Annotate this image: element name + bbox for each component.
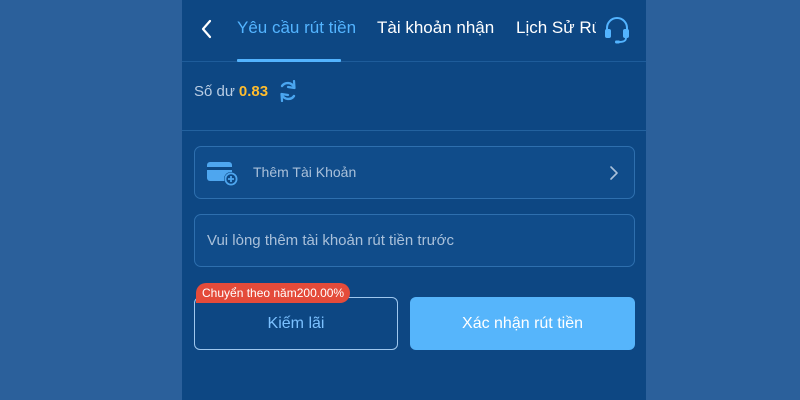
top-nav: Yêu cầu rút tiền Tài khoản nhận Lịch Sử … — [182, 0, 646, 62]
interest-rate-badge: Chuyển theo năm200.00% — [196, 283, 351, 303]
active-tab-indicator — [237, 59, 341, 62]
card-add-icon — [207, 162, 238, 186]
back-button[interactable] — [194, 17, 218, 41]
refresh-icon — [280, 80, 296, 102]
add-account-row[interactable]: Thêm Tài Khoản — [194, 146, 635, 199]
tab-withdraw-history[interactable]: Lịch Sử Rút — [516, 0, 596, 62]
support-button[interactable] — [602, 14, 632, 44]
balance-label: Số dư — [194, 82, 235, 100]
withdraw-account-input[interactable] — [194, 214, 635, 267]
headset-icon — [605, 17, 629, 44]
section-divider — [182, 130, 646, 131]
earn-interest-button[interactable]: Kiếm lãi — [194, 297, 398, 350]
add-account-label: Thêm Tài Khoản — [253, 164, 357, 180]
withdraw-screen: Yêu cầu rút tiền Tài khoản nhận Lịch Sử … — [182, 0, 646, 400]
tab-receiving-account-label: Tài khoản nhận — [377, 18, 495, 37]
tab-withdraw-history-label: Lịch Sử Rút — [516, 18, 596, 37]
chevron-right-icon — [610, 166, 618, 180]
chevron-left-icon — [201, 19, 212, 39]
tab-receiving-account[interactable]: Tài khoản nhận — [377, 0, 494, 62]
confirm-withdraw-button[interactable]: Xác nhận rút tiền — [410, 297, 635, 350]
refresh-balance-button[interactable] — [278, 80, 298, 102]
balance-value: 0.83 — [238, 82, 269, 100]
tab-withdraw-request[interactable]: Yêu cầu rút tiền — [237, 0, 356, 62]
balance-row: Số dư 0.83 — [194, 76, 298, 106]
tab-withdraw-request-label: Yêu cầu rút tiền — [237, 18, 357, 37]
